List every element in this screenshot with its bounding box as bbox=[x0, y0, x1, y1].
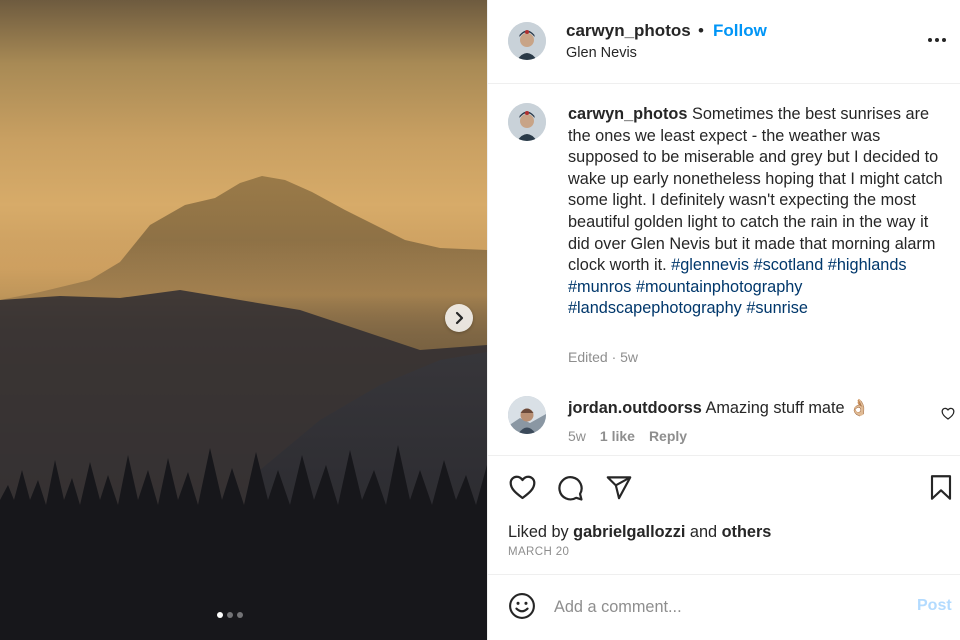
more-horizontal-icon[interactable] bbox=[928, 32, 950, 48]
comment-likes[interactable]: 1 like bbox=[600, 428, 635, 444]
comment-meta: 5w 1 like Reply bbox=[568, 428, 687, 444]
comment-heart-icon[interactable] bbox=[941, 407, 955, 420]
hashtag[interactable]: #scotland bbox=[754, 256, 824, 274]
post-comment-button[interactable]: Post bbox=[917, 597, 952, 615]
hashtag[interactable]: #mountainphotography bbox=[636, 278, 803, 296]
comment-composer: Post bbox=[488, 576, 960, 640]
hashtag[interactable]: #sunrise bbox=[746, 299, 808, 317]
carousel-dot-active bbox=[217, 612, 223, 618]
post-photo[interactable] bbox=[0, 0, 487, 640]
author-username[interactable]: carwyn_photos bbox=[566, 21, 691, 41]
post-header: carwyn_photos • Follow Glen Nevis bbox=[488, 0, 960, 84]
follow-button[interactable]: Follow bbox=[713, 21, 767, 41]
caption-username[interactable]: carwyn_photos bbox=[568, 105, 687, 123]
reply-button[interactable]: Reply bbox=[649, 428, 687, 444]
separator-dot: • bbox=[698, 21, 704, 40]
carousel-dot bbox=[227, 612, 233, 618]
hashtag[interactable]: #landscapephotography bbox=[568, 299, 742, 317]
hashtag[interactable]: #highlands bbox=[828, 256, 907, 274]
post-actions: Liked by gabrielgallozzi and others MARC… bbox=[488, 455, 960, 575]
carousel-next-button[interactable] bbox=[445, 304, 473, 332]
author-avatar[interactable] bbox=[508, 22, 546, 60]
post-date: MARCH 20 bbox=[508, 546, 570, 558]
liked-by-user[interactable]: gabrielgallozzi bbox=[573, 523, 685, 541]
caption-text: carwyn_photos Sometimes the best sunrise… bbox=[568, 104, 943, 320]
heart-icon[interactable] bbox=[508, 474, 537, 500]
bookmark-icon[interactable] bbox=[929, 474, 953, 501]
edited-timestamp: Edited · 5w bbox=[568, 349, 639, 365]
carousel-dot bbox=[237, 612, 243, 618]
person-avatar-icon bbox=[508, 103, 546, 141]
person-avatar-icon bbox=[508, 396, 546, 434]
comment-body: Amazing stuff mate 👌🏼 bbox=[701, 399, 870, 417]
comment-text: jordan.outdoorss Amazing stuff mate 👌🏼 bbox=[568, 398, 928, 418]
commenter-avatar[interactable] bbox=[508, 396, 546, 434]
caption-body: Sometimes the best sunrises are the ones… bbox=[568, 105, 943, 275]
person-avatar-icon bbox=[508, 22, 546, 60]
comment-input[interactable] bbox=[554, 594, 894, 620]
hashtag[interactable]: #glennevis bbox=[671, 256, 749, 274]
comment-item: jordan.outdoorss Amazing stuff mate 👌🏼 5… bbox=[488, 388, 960, 454]
post-location[interactable]: Glen Nevis bbox=[566, 45, 637, 61]
comment-icon[interactable] bbox=[556, 474, 584, 502]
commenter-username[interactable]: jordan.outdoorss bbox=[568, 399, 702, 417]
caption-author-avatar[interactable] bbox=[508, 103, 546, 141]
liked-by-others[interactable]: others bbox=[722, 523, 772, 541]
mountain-landscape-image bbox=[0, 176, 487, 640]
comment-age: 5w bbox=[568, 428, 586, 444]
liked-by-label: Liked by bbox=[508, 523, 574, 541]
liked-and-label: and bbox=[685, 523, 722, 541]
post-details-panel: carwyn_photos • Follow Glen Nevis carwyn… bbox=[487, 0, 960, 640]
share-icon[interactable] bbox=[605, 474, 633, 501]
emoji-icon[interactable] bbox=[508, 592, 536, 620]
likes-summary: Liked by gabrielgallozzi and others bbox=[508, 523, 771, 542]
chevron-right-icon bbox=[455, 311, 464, 325]
carousel-indicator bbox=[217, 612, 243, 618]
hashtag[interactable]: #munros bbox=[568, 278, 631, 296]
